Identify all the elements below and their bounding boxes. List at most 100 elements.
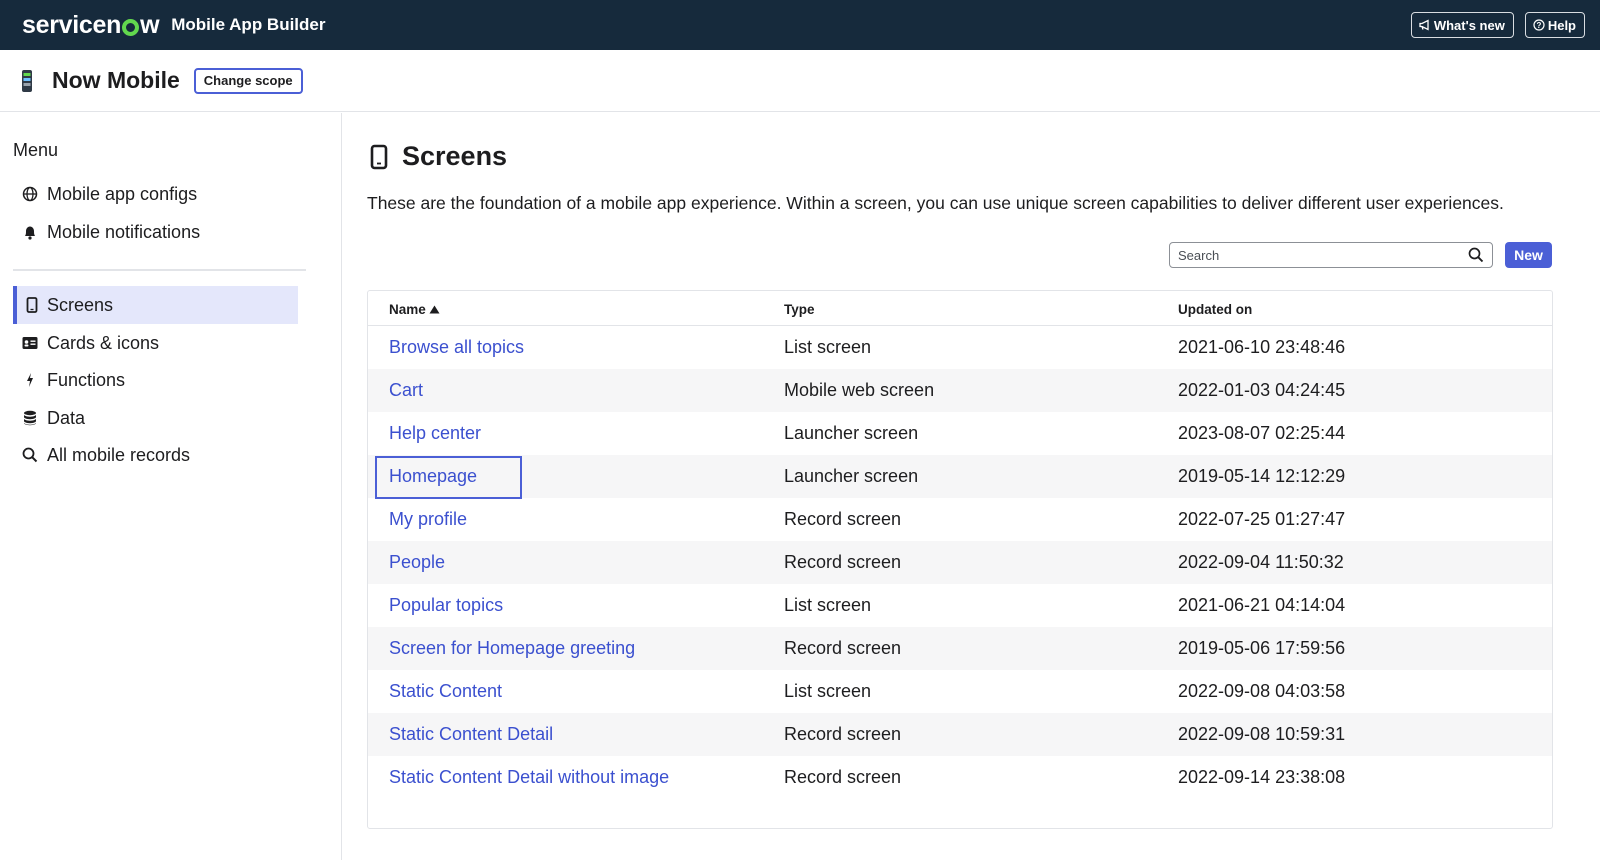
sidebar-item-label: All mobile records — [47, 444, 191, 465]
sidebar-item-mobile-notifications[interactable]: Mobile notifications — [13, 213, 298, 251]
main-content: Screens These are the foundation of a mo… — [342, 113, 1600, 860]
mobile-device-icon — [370, 144, 388, 169]
table-row: People Record screen 2022-09-04 11:50:32 — [368, 541, 1552, 584]
updated-on: 2022-09-08 10:59:31 — [1178, 724, 1346, 744]
column-header-type[interactable]: Type — [784, 302, 815, 317]
column-header-label: Name — [389, 302, 426, 317]
screens-table: Name Type Updated on Browse all topics L… — [367, 290, 1553, 829]
updated-on: 2022-09-08 04:03:58 — [1178, 681, 1346, 701]
screen-type: Launcher screen — [784, 466, 919, 486]
mobile-device-icon — [17, 297, 47, 313]
page-header: Screens — [370, 141, 507, 172]
sidebar-item-screens[interactable]: Screens — [13, 286, 298, 324]
scope-title: Now Mobile — [52, 67, 180, 93]
scope-header: Now Mobile Change scope — [0, 50, 1600, 112]
table-row: Screen for Homepage greeting Record scre… — [368, 627, 1552, 670]
screen-name-link[interactable]: Static Content Detail — [389, 724, 553, 745]
sidebar-item-label: Screens — [47, 294, 114, 315]
table-row: Static Content List screen 2022-09-08 04… — [368, 670, 1552, 713]
screen-name-link[interactable]: Screen for Homepage greeting — [389, 638, 635, 659]
updated-on: 2022-09-04 11:50:32 — [1178, 552, 1344, 572]
screen-type: List screen — [784, 337, 872, 357]
help-button[interactable]: ? Help — [1524, 12, 1585, 38]
updated-on: 2022-07-25 01:27:47 — [1178, 509, 1346, 529]
card-icon — [13, 336, 47, 350]
screen-name-link[interactable]: My profile — [389, 509, 467, 530]
column-header-label: Updated on — [1178, 302, 1253, 317]
bell-icon — [13, 224, 47, 240]
sort-ascending-icon — [429, 305, 440, 314]
sidebar-item-mobile-app-configs[interactable]: Mobile app configs — [13, 175, 298, 213]
globe-icon — [13, 186, 47, 202]
table-row: Cart Mobile web screen 2022-01-03 04:24:… — [368, 369, 1552, 412]
search-icon[interactable] — [1468, 247, 1484, 263]
screen-name-link[interactable]: Homepage — [389, 466, 477, 487]
screen-name-link[interactable]: Help center — [389, 423, 481, 444]
updated-on: 2022-09-14 23:38:08 — [1178, 767, 1346, 787]
sidebar: Menu Mobile app configs Mobile notificat… — [0, 113, 342, 860]
whats-new-label: What's new — [1433, 17, 1505, 33]
updated-on: 2022-01-03 04:24:45 — [1178, 380, 1346, 400]
table-row: Static Content Detail Record screen 2022… — [368, 713, 1552, 756]
svg-text:?: ? — [1536, 21, 1541, 30]
updated-on: 2019-05-06 17:59:56 — [1178, 638, 1346, 658]
table-row: Browse all topics List screen 2021-06-10… — [368, 326, 1552, 369]
change-scope-button[interactable]: Change scope — [193, 67, 303, 94]
product-name: Mobile App Builder — [171, 15, 326, 34]
table-row: Popular topics List screen 2021-06-21 04… — [368, 584, 1552, 627]
updated-on: 2021-06-10 23:48:46 — [1178, 337, 1346, 357]
screen-type: Record screen — [784, 509, 902, 529]
servicenow-logo[interactable]: servicen w — [22, 10, 160, 40]
sidebar-item-functions[interactable]: Functions — [13, 361, 298, 399]
screen-type: Record screen — [784, 552, 902, 572]
screen-name-link[interactable]: Cart — [389, 380, 423, 401]
top-navigation-bar: servicen w Mobile App Builder What's new… — [0, 0, 1600, 50]
screen-type: Launcher screen — [784, 423, 919, 443]
screen-type: List screen — [784, 681, 872, 701]
megaphone-icon — [1419, 19, 1429, 31]
logo-text-prefix: servicen — [22, 10, 122, 39]
screen-name-link[interactable]: Static Content — [389, 681, 502, 702]
mobile-app-icon — [22, 69, 32, 92]
menu-title: Menu — [13, 140, 59, 160]
whats-new-button[interactable]: What's new — [1410, 12, 1514, 38]
screen-type: List screen — [784, 595, 872, 615]
table-row: Help center Launcher screen 2023-08-07 0… — [368, 412, 1552, 455]
updated-on: 2021-06-21 04:14:04 — [1178, 595, 1346, 615]
search-icon — [13, 447, 47, 463]
screen-type: Record screen — [784, 767, 902, 787]
logo-o-ring — [122, 18, 140, 36]
sidebar-item-cards-icons[interactable]: Cards & icons — [13, 324, 298, 362]
page-description: These are the foundation of a mobile app… — [367, 193, 1504, 213]
column-header-label: Type — [784, 302, 815, 317]
sidebar-item-label: Functions — [47, 369, 126, 390]
screen-type: Mobile web screen — [784, 380, 935, 400]
updated-on: 2019-05-14 12:12:29 — [1178, 466, 1346, 486]
sidebar-item-label: Cards & icons — [47, 332, 160, 353]
help-circle-icon: ? — [1533, 19, 1545, 31]
column-header-name[interactable]: Name — [389, 302, 440, 317]
table-row: Static Content Detail without image Reco… — [368, 756, 1552, 799]
sidebar-item-label: Data — [47, 407, 86, 428]
table-row: My profile Record screen 2022-07-25 01:2… — [368, 498, 1552, 541]
table-header: Name Type Updated on — [368, 291, 1552, 326]
search-input[interactable] — [1178, 247, 1468, 263]
new-button[interactable]: New — [1505, 242, 1552, 268]
table-row: Homepage Launcher screen 2019-05-14 12:1… — [368, 455, 1552, 499]
sidebar-item-label: Mobile app configs — [47, 183, 198, 204]
sidebar-divider — [13, 269, 306, 271]
search-box — [1169, 242, 1493, 268]
screen-name-link[interactable]: Popular topics — [389, 595, 503, 616]
updated-on: 2023-08-07 02:25:44 — [1178, 423, 1346, 443]
screen-name-link[interactable]: People — [389, 552, 445, 573]
sidebar-item-label: Mobile notifications — [47, 221, 201, 242]
sidebar-item-all-mobile-records[interactable]: All mobile records — [13, 436, 298, 474]
database-icon — [13, 410, 47, 426]
lightning-icon — [13, 372, 47, 388]
screen-name-link[interactable]: Browse all topics — [389, 337, 524, 358]
screen-name-link[interactable]: Static Content Detail without image — [389, 767, 669, 788]
sidebar-item-data[interactable]: Data — [13, 399, 298, 437]
column-header-updated-on[interactable]: Updated on — [1178, 302, 1252, 317]
logo-text-suffix: w — [140, 10, 160, 39]
help-label: Help — [1547, 17, 1576, 33]
